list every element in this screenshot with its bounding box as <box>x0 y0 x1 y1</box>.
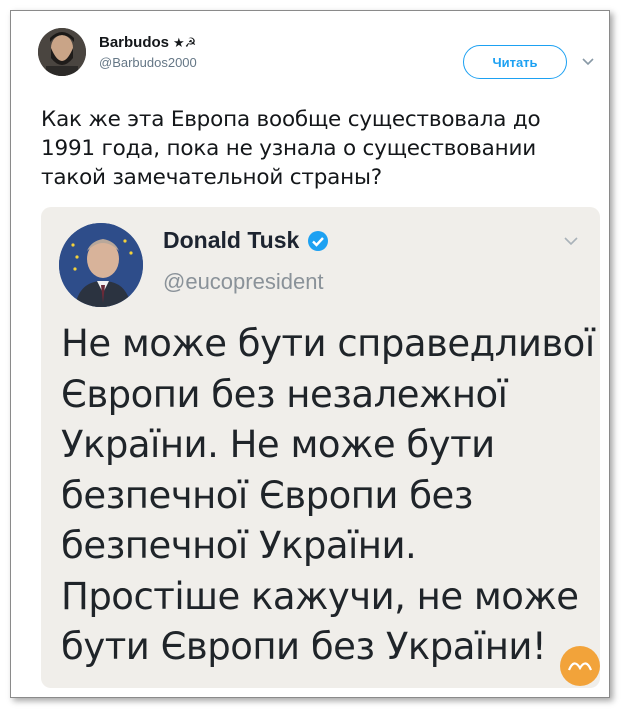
author-avatar[interactable] <box>38 28 86 76</box>
author-name[interactable]: Barbudos <box>99 34 169 51</box>
tweet-text: Как же эта Европа вообще существовала до… <box>41 105 606 192</box>
tweet-text-line: 1991 года, пока не узнала о существовани… <box>41 136 537 161</box>
chevron-down-icon[interactable] <box>581 54 595 66</box>
follow-button[interactable]: Читать <box>463 45 567 79</box>
author-handle[interactable]: @Barbudos2000 <box>99 55 197 70</box>
quoted-text-line: Не може бути справедливої <box>61 322 595 365</box>
tweet-text-line: такой замечательной страны? <box>41 165 382 190</box>
tweet-text-line: Как же эта Европа вообще существовала до <box>41 107 541 132</box>
quoted-tweet-text: Не може бути справедливої Європи без нез… <box>61 319 595 673</box>
quoted-author-name: Donald Tusk <box>163 227 300 253</box>
embedded-tweet-image: Donald Tusk @eucopresident Не може бути … <box>41 207 600 688</box>
quoted-text-line: України. Не може бути <box>61 423 495 466</box>
author-emoji: ★☭ <box>173 34 197 50</box>
quoted-text-line: Простіше кажучи, не може <box>61 574 579 618</box>
quoted-text-line: безпечної Європи без <box>61 473 473 517</box>
quoted-text-line: Європи без незалежної <box>61 372 508 416</box>
chevron-down-icon <box>563 233 579 246</box>
quoted-author-avatar <box>59 223 143 307</box>
verified-badge-icon <box>307 230 329 252</box>
watermark-logo <box>560 646 600 686</box>
tweet-card: Barbudos ★☭ @Barbudos2000 Читать Как же … <box>10 10 610 698</box>
quoted-text-line: бути Європи без України! <box>61 625 547 668</box>
quoted-text-line: безпечної України. <box>61 524 417 567</box>
quoted-author-handle: @eucopresident <box>163 269 324 294</box>
